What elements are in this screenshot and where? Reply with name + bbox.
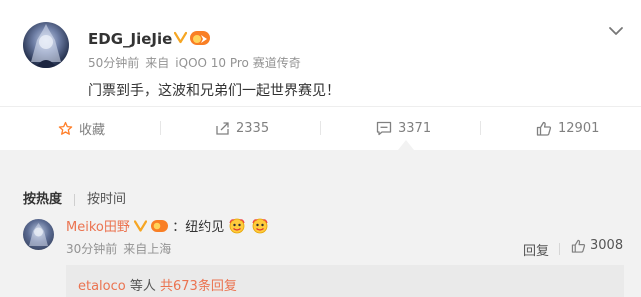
favorite-label: 收藏 xyxy=(79,122,106,138)
comment-like-button[interactable]: 3008 xyxy=(571,238,623,253)
sort-by-hot[interactable]: 按热度 xyxy=(23,192,62,207)
comment-location: 来自上海 xyxy=(123,242,172,256)
reply-middle: 等人 xyxy=(125,279,160,294)
sort-by-time[interactable]: 按时间 xyxy=(87,192,126,207)
comment-avatar[interactable] xyxy=(23,219,54,250)
emoji-icon xyxy=(251,218,268,234)
divider xyxy=(480,121,481,135)
post-meta: 50分钟前 来自 iQOO 10 Pro 赛道传奇 xyxy=(88,54,307,71)
comment-username[interactable]: Meiko田野 xyxy=(66,220,130,235)
reply-count-link[interactable]: 共673条回复 xyxy=(160,279,237,294)
reply-button[interactable]: 回复 xyxy=(523,240,549,259)
repost-count: 2335 xyxy=(236,120,270,136)
post-content: 门票到手，这波和兄弟们一起世界赛见！ xyxy=(88,83,340,99)
sort-divider xyxy=(74,193,76,206)
comment-line: Meiko田野 ：纽约见 xyxy=(66,216,269,235)
verified-icon xyxy=(133,220,148,232)
more-chevron-icon[interactable] xyxy=(608,25,624,37)
divider xyxy=(320,121,321,135)
comment-text: ：纽约见 xyxy=(172,220,225,235)
like-button[interactable]: 12901 xyxy=(536,107,599,149)
action-bar: 收藏 2335 3371 12901 xyxy=(0,106,641,149)
fan-badge-icon xyxy=(190,31,210,45)
comment-pointer xyxy=(398,140,414,150)
comment-count: 3371 xyxy=(398,120,432,136)
comment-icon xyxy=(376,121,392,135)
post-source[interactable]: iQOO 10 Pro 赛道传奇 xyxy=(175,56,300,70)
divider xyxy=(559,243,560,255)
favorite-button[interactable]: 收藏 xyxy=(58,107,105,149)
post-avatar[interactable] xyxy=(23,22,69,68)
like-icon xyxy=(536,121,552,136)
repost-button[interactable]: 2335 xyxy=(215,107,269,149)
divider xyxy=(160,121,161,135)
repost-icon xyxy=(216,121,229,135)
like-count: 12901 xyxy=(558,120,600,136)
comment-meta: 30分钟前 来自上海 xyxy=(66,240,177,257)
post-source-prefix: 来自 xyxy=(145,56,170,70)
post-username[interactable]: EDG_JieJie xyxy=(88,30,172,48)
comment-time: 30分钟前 xyxy=(66,242,118,256)
post-card: EDG_JieJie 50分钟前 来自 iQOO 10 Pro 赛道传奇 门票到手，… xyxy=(0,0,641,150)
like-icon xyxy=(571,239,586,253)
fan-badge-icon xyxy=(151,220,169,232)
star-icon xyxy=(58,121,73,135)
replies-summary: etaloco 等人 共673条回复 xyxy=(78,275,237,294)
comment-like-count: 3008 xyxy=(590,238,624,253)
replies-box[interactable]: etaloco 等人 共673条回复 xyxy=(66,265,624,297)
emoji-icon xyxy=(229,218,246,234)
verified-icon xyxy=(174,31,187,44)
post-time: 50分钟前 xyxy=(88,56,140,70)
reply-user[interactable]: etaloco xyxy=(78,279,126,294)
comment-sort-bar: 按热度 按时间 xyxy=(23,188,126,207)
